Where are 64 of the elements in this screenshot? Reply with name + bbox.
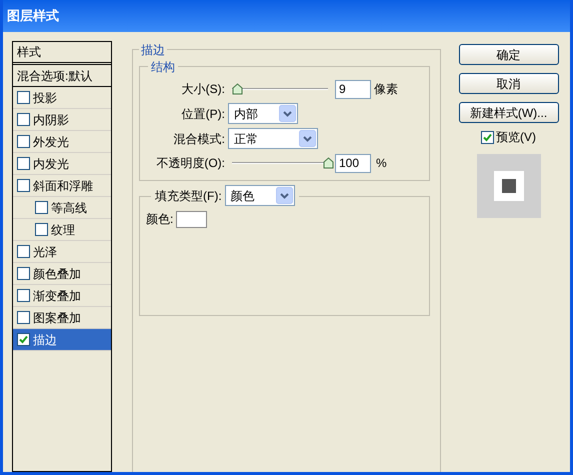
field-label: 颜色:	[146, 211, 174, 228]
style-list-item[interactable]: 斜面和浮雕	[13, 175, 111, 197]
chevron-down-icon	[299, 130, 316, 147]
style-label: 纹理	[51, 222, 75, 238]
checkbox[interactable]	[17, 135, 30, 148]
style-list-item[interactable]: 外发光	[13, 131, 111, 153]
unit-label: %	[376, 155, 387, 172]
style-label: 颜色叠加	[33, 266, 81, 282]
preview-thumbnail	[476, 154, 540, 218]
group-title: 描边	[139, 41, 167, 59]
list-header: 样式	[13, 42, 111, 65]
dialog-button[interactable]: 确定	[458, 44, 558, 65]
style-list-item[interactable]: 内发光	[13, 153, 111, 175]
checkbox[interactable]	[35, 201, 48, 214]
style-list-item[interactable]: 纹理	[13, 219, 111, 241]
blending-options-item[interactable]: 混合选项:默认	[13, 65, 111, 87]
field-label: 混合模式:	[172, 130, 226, 148]
field-label: 填充类型(F):	[155, 188, 222, 204]
style-list-item[interactable]: 光泽	[13, 241, 111, 263]
dialog-button[interactable]: 新建样式(W)...	[458, 102, 558, 123]
opacity-input[interactable]: 100	[335, 154, 371, 172]
checkbox[interactable]	[35, 223, 48, 236]
chevron-down-icon	[276, 187, 293, 204]
checkbox[interactable]	[17, 289, 30, 302]
checkbox[interactable]	[17, 157, 30, 170]
dropdown[interactable]: 正常	[228, 128, 318, 149]
field-label: 位置(P):	[180, 106, 226, 122]
style-list-item[interactable]: 描边	[13, 329, 111, 351]
style-label: 图案叠加	[33, 310, 81, 326]
style-label: 内阴影	[33, 112, 69, 128]
slider-thumb[interactable]	[232, 83, 244, 95]
style-label: 光泽	[33, 244, 57, 260]
checkbox[interactable]	[17, 311, 30, 324]
style-label: 等高线	[51, 200, 87, 216]
style-label: 描边	[33, 332, 57, 348]
style-list-item[interactable]: 颜色叠加	[13, 263, 111, 285]
unit-label: 像素	[374, 81, 398, 98]
field-label: 大小(S):	[180, 81, 226, 98]
dropdown[interactable]: 内部	[228, 103, 298, 124]
style-label: 投影	[33, 90, 57, 106]
checkbox[interactable]	[17, 245, 30, 258]
window-title: 图层样式	[7, 7, 59, 26]
checkbox[interactable]	[17, 179, 30, 192]
style-label: 外发光	[33, 134, 69, 150]
style-label: 斜面和浮雕	[33, 178, 93, 194]
color-swatch[interactable]	[176, 210, 208, 228]
field-label: 不透明度(O):	[155, 155, 226, 172]
checkbox[interactable]	[17, 333, 30, 346]
style-label: 内发光	[33, 156, 69, 172]
dropdown[interactable]: 颜色	[224, 185, 295, 206]
checkbox[interactable]	[17, 267, 30, 280]
style-label: 渐变叠加	[33, 288, 81, 304]
group-title: 结构	[148, 58, 178, 76]
checkbox[interactable]	[17, 91, 30, 104]
style-list-item[interactable]: 内阴影	[13, 109, 111, 131]
style-list-item[interactable]: 等高线	[13, 197, 111, 219]
size-input[interactable]: 9	[335, 80, 371, 98]
style-list-item[interactable]: 渐变叠加	[13, 285, 111, 307]
preview-label: 预览(V)	[496, 129, 536, 146]
style-list-item[interactable]: 投影	[13, 87, 111, 109]
checkbox[interactable]	[17, 113, 30, 126]
dialog-button[interactable]: 取消	[458, 73, 558, 94]
checkbox[interactable]	[481, 130, 494, 144]
chevron-down-icon	[279, 105, 296, 122]
